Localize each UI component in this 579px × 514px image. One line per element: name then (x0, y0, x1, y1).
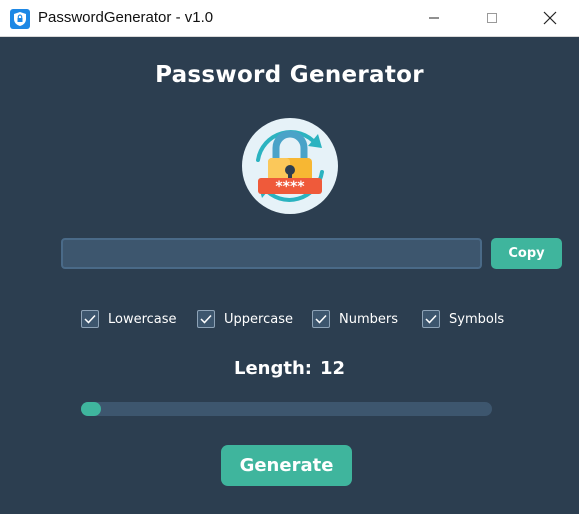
symbols-label: Symbols (449, 311, 505, 327)
shield-lock-icon (10, 9, 30, 29)
uppercase-checkbox[interactable] (197, 310, 215, 328)
option-numbers[interactable]: Numbers (312, 309, 398, 329)
password-output-field[interactable] (61, 238, 482, 269)
minimize-icon (429, 17, 439, 19)
length-label: Length: (233, 358, 312, 379)
lowercase-label: Lowercase (108, 311, 177, 327)
option-lowercase[interactable]: Lowercase (81, 309, 177, 329)
copy-button[interactable]: Copy (491, 238, 562, 269)
option-uppercase[interactable]: Uppercase (197, 309, 293, 329)
padlock-refresh-icon: **** (242, 118, 338, 214)
symbols-checkbox[interactable] (422, 310, 440, 328)
option-symbols[interactable]: Symbols (422, 309, 504, 329)
checkmark-icon (200, 314, 212, 324)
page-title: Password Generator (155, 62, 424, 88)
minimize-button[interactable] (411, 0, 457, 36)
numbers-checkbox[interactable] (312, 310, 330, 328)
length-slider[interactable] (81, 402, 492, 416)
length-value: 12 (319, 358, 346, 379)
uppercase-label: Uppercase (224, 311, 293, 327)
length-slider-handle[interactable] (81, 402, 101, 416)
maximize-icon (487, 13, 497, 23)
lowercase-checkbox[interactable] (81, 310, 99, 328)
generate-button[interactable]: Generate (221, 445, 352, 486)
title-bar: PasswordGenerator - v1.0 (0, 0, 579, 37)
numbers-label: Numbers (339, 311, 398, 327)
checkmark-icon (425, 314, 437, 324)
close-icon (543, 11, 557, 25)
checkmark-icon (315, 314, 327, 324)
maximize-button[interactable] (469, 0, 515, 36)
close-button[interactable] (527, 0, 573, 36)
checkmark-icon (84, 314, 96, 324)
length-row: Length: 12 (0, 358, 579, 379)
logo-mask-text: **** (275, 179, 305, 195)
window-title: PasswordGenerator - v1.0 (38, 9, 214, 26)
